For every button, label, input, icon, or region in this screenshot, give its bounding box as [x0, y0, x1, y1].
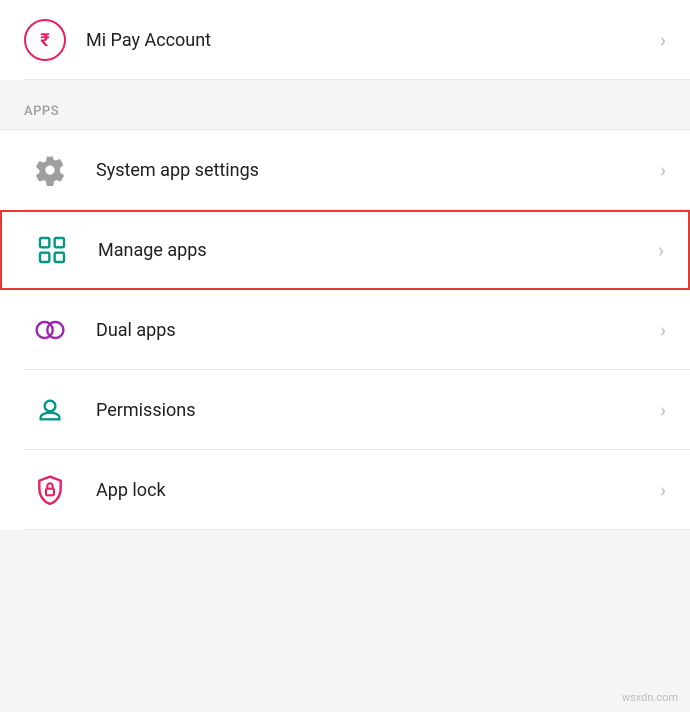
- manage-apps-item[interactable]: Manage apps ›: [0, 210, 690, 290]
- system-app-settings-label: System app settings: [96, 160, 652, 181]
- badge-icon: [24, 384, 76, 436]
- chevron-icon: ›: [660, 318, 666, 342]
- rupee-icon: ₹: [24, 19, 66, 61]
- permissions-label: Permissions: [96, 400, 652, 421]
- chevron-icon: ›: [660, 158, 666, 182]
- grid-icon: [26, 224, 78, 276]
- dual-apps-label: Dual apps: [96, 320, 652, 341]
- chevron-icon: ›: [660, 398, 666, 422]
- dual-circle-icon: [24, 304, 76, 356]
- permissions-item[interactable]: Permissions ›: [0, 370, 690, 450]
- shield-lock-icon: [24, 464, 76, 516]
- chevron-icon: ›: [658, 238, 664, 262]
- dual-apps-item[interactable]: Dual apps ›: [0, 290, 690, 370]
- system-app-settings-item[interactable]: System app settings ›: [0, 130, 690, 210]
- app-lock-label: App lock: [96, 480, 652, 501]
- chevron-icon: ›: [660, 28, 666, 52]
- manage-apps-label: Manage apps: [98, 240, 650, 261]
- app-lock-item[interactable]: App lock ›: [0, 450, 690, 530]
- mi-pay-account-item[interactable]: ₹ Mi Pay Account ›: [0, 0, 690, 80]
- mi-pay-label: Mi Pay Account: [86, 30, 652, 51]
- chevron-icon: ›: [660, 478, 666, 502]
- watermark: wsxdn.com: [622, 691, 678, 704]
- apps-section-header: APPS: [0, 80, 690, 129]
- gear-icon: [24, 144, 76, 196]
